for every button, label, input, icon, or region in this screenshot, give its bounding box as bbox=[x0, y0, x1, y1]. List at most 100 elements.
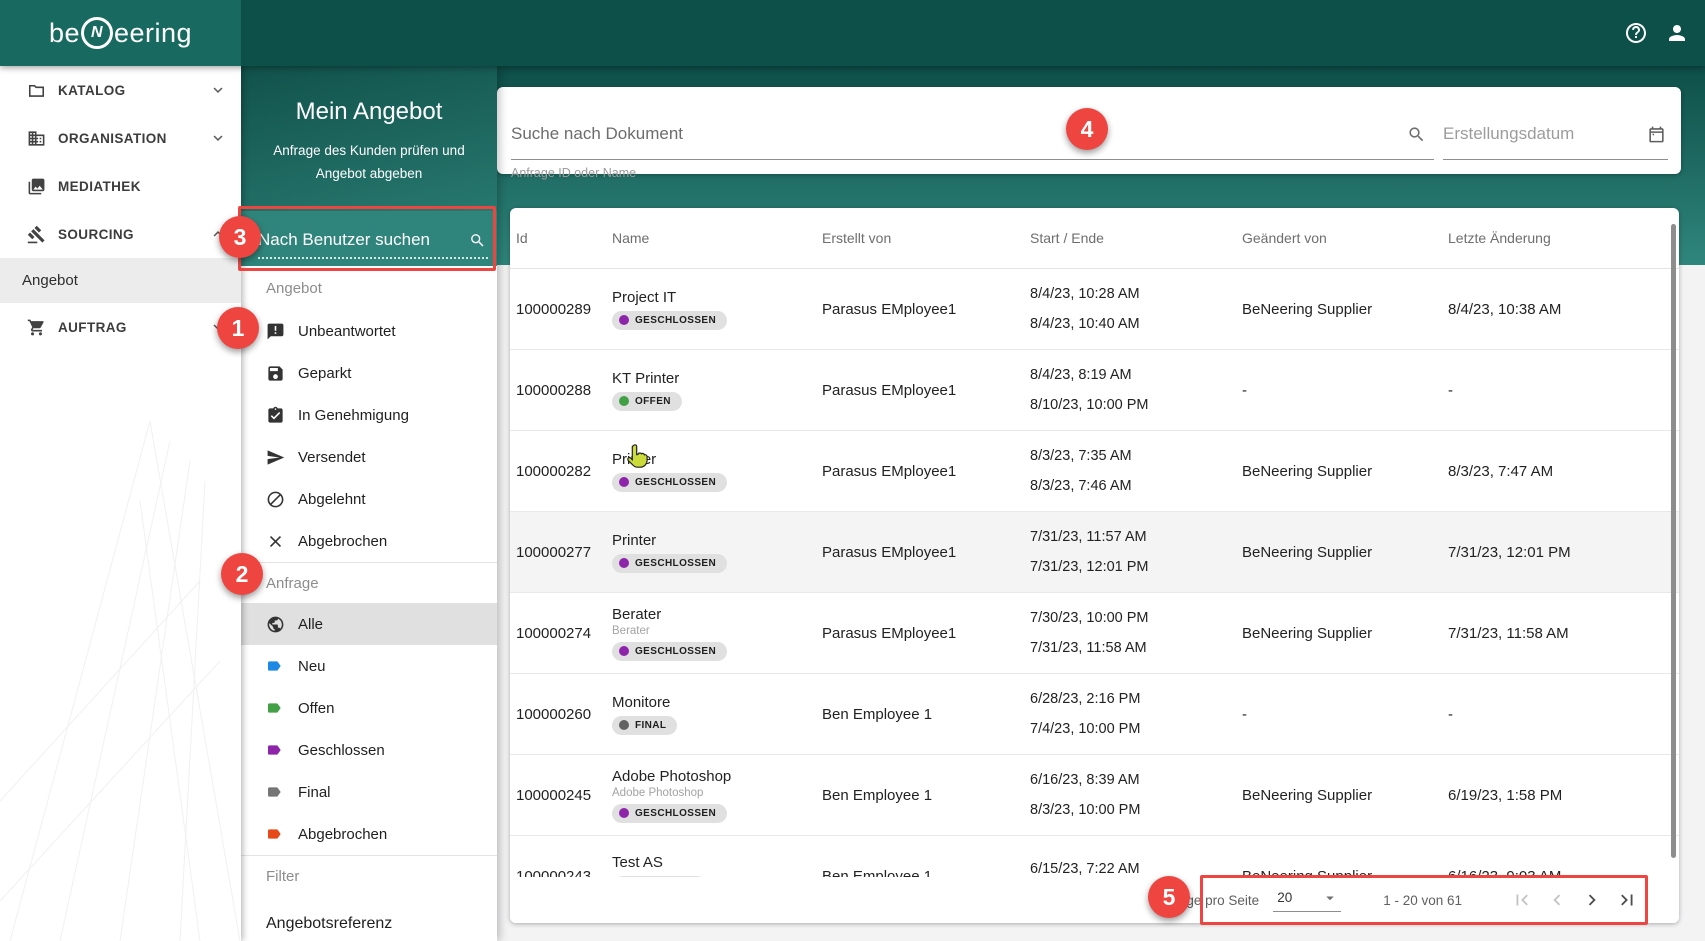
sidebar-item-organisation[interactable]: ORGANISATION bbox=[0, 114, 241, 162]
input-underline bbox=[511, 159, 1434, 160]
panel-item-alle[interactable]: Alle bbox=[241, 603, 497, 645]
cell-changed-by: BeNeering Supplier bbox=[1242, 544, 1448, 561]
panel-item-label: Final bbox=[298, 784, 331, 801]
cell-start-end: 8/4/23, 10:28 AM 8/4/23, 10:40 AM bbox=[1030, 286, 1242, 332]
cell-id: 100000289 bbox=[516, 301, 612, 318]
user-icon[interactable] bbox=[1665, 21, 1689, 45]
sidebar-item-label: ORGANISATION bbox=[58, 131, 209, 146]
cell-created-by: Parasus EMployee1 bbox=[822, 463, 1030, 480]
column-header[interactable]: Letzte Änderung bbox=[1448, 230, 1679, 246]
cell-changed-by: BeNeering Supplier bbox=[1242, 787, 1448, 804]
logo-n-icon: N bbox=[81, 17, 113, 49]
column-header[interactable]: Geändert von bbox=[1242, 230, 1448, 246]
section-label-anfrage: Anfrage bbox=[241, 563, 497, 603]
first-page-icon[interactable] bbox=[1508, 886, 1536, 914]
send-icon bbox=[266, 448, 285, 467]
cell-id: 100000282 bbox=[516, 463, 612, 480]
user-search-bar[interactable]: Nach Benutzer suchen bbox=[241, 211, 497, 266]
table-row[interactable]: 100000277 Printer GESCHLOSSEN Parasus EM… bbox=[510, 512, 1679, 593]
table-row[interactable]: 100000245 Adobe Photoshop Adobe Photosho… bbox=[510, 755, 1679, 836]
panel-item-unbeantwortet[interactable]: Unbeantwortet bbox=[241, 310, 497, 352]
status-dot-icon bbox=[619, 396, 629, 406]
search-icon[interactable] bbox=[1407, 125, 1426, 144]
sidebar-item-mediathek[interactable]: MEDIATHEK bbox=[0, 162, 241, 210]
sidebar-item-katalog[interactable]: KATALOG bbox=[0, 66, 241, 114]
panel-item-label: Abgebrochen bbox=[298, 826, 387, 843]
section-label-filter: Filter bbox=[241, 856, 497, 896]
panel-item-abgebrochen[interactable]: Abgebrochen bbox=[241, 520, 497, 562]
last-page-icon[interactable] bbox=[1613, 886, 1641, 914]
panel-item-in-genehmigung[interactable]: In Genehmigung bbox=[241, 394, 497, 436]
cell-id: 100000274 bbox=[516, 625, 612, 642]
panel-item-geschlossen[interactable]: Geschlossen bbox=[241, 729, 497, 771]
calendar-icon[interactable] bbox=[1647, 125, 1666, 144]
cell-created-by: Ben Employee 1 bbox=[822, 787, 1030, 804]
panel-item-offen[interactable]: Offen bbox=[241, 687, 497, 729]
section-label-angebot: Angebot bbox=[241, 266, 497, 310]
start-date: 6/16/23, 8:39 AM bbox=[1030, 772, 1242, 788]
column-header[interactable]: Name bbox=[612, 230, 822, 246]
previous-page-icon[interactable] bbox=[1543, 886, 1571, 914]
table-row[interactable]: 100000289 Project IT GESCHLOSSEN Parasus… bbox=[510, 269, 1679, 350]
media-library-icon bbox=[27, 177, 46, 196]
status-dot-icon bbox=[619, 315, 629, 325]
table-row[interactable]: 100000288 KT Printer OFFEN Parasus EMplo… bbox=[510, 350, 1679, 431]
chevron-down-icon bbox=[209, 129, 227, 147]
status-badge: GESCHLOSSEN bbox=[612, 473, 727, 492]
column-header[interactable]: Id bbox=[516, 230, 612, 246]
sidebar-item-label: AUFTRAG bbox=[58, 320, 209, 335]
sidebar-item-auftrag[interactable]: AUFTRAG bbox=[0, 303, 241, 351]
panel-item-versendet[interactable]: Versendet bbox=[241, 436, 497, 478]
row-name: Printer bbox=[612, 532, 656, 549]
cell-last-change: 8/4/23, 10:38 AM bbox=[1448, 301, 1679, 318]
status-badge: GESCHLOSSEN bbox=[612, 642, 727, 661]
tag-icon bbox=[266, 742, 282, 758]
cell-id: 100000260 bbox=[516, 706, 612, 723]
logo-block[interactable]: be N eering bbox=[0, 0, 241, 66]
panel-item-geparkt[interactable]: Geparkt bbox=[241, 352, 497, 394]
status-badge: GESCHLOSSEN bbox=[612, 311, 727, 330]
creation-date-input[interactable]: Erstellungsdatum bbox=[1443, 124, 1574, 144]
cell-last-change: 6/19/23, 1:58 PM bbox=[1448, 787, 1679, 804]
page-size-select[interactable]: 20 bbox=[1273, 889, 1341, 912]
cell-created-by: Ben Employee 1 bbox=[822, 706, 1030, 723]
sidebar-item-sourcing[interactable]: SOURCING bbox=[0, 210, 241, 258]
column-header[interactable]: Erstellt von bbox=[822, 230, 1030, 246]
column-header[interactable]: Start / Ende bbox=[1030, 230, 1242, 246]
help-icon[interactable] bbox=[1624, 21, 1648, 45]
panel-item-abgebrochen-anfrage[interactable]: Abgebrochen bbox=[241, 813, 497, 855]
panel-item-label: Abgelehnt bbox=[298, 491, 366, 508]
status-dot-icon bbox=[619, 646, 629, 656]
cell-created-by: Parasus EMployee1 bbox=[822, 301, 1030, 318]
vertical-scrollbar[interactable] bbox=[1671, 224, 1676, 858]
panel-item-angebotsreferenz[interactable]: Angebotsreferenz bbox=[241, 904, 497, 941]
table-row[interactable]: 100000282 Printer GESCHLOSSEN Parasus EM… bbox=[510, 431, 1679, 512]
table-row[interactable]: 100000274 Berater Berater GESCHLOSSEN Pa… bbox=[510, 593, 1679, 674]
panel-item-abgelehnt[interactable]: Abgelehnt bbox=[241, 478, 497, 520]
top-bar: be N eering bbox=[0, 0, 1705, 66]
cell-changed-by: BeNeering Supplier bbox=[1242, 625, 1448, 642]
document-search-input[interactable]: Suche nach Dokument bbox=[511, 124, 683, 144]
panel-item-label: In Genehmigung bbox=[298, 407, 409, 424]
start-date: 7/31/23, 11:57 AM bbox=[1030, 529, 1242, 545]
primary-sidebar: KATALOG ORGANISATION MEDIATHEK SOU bbox=[0, 66, 241, 941]
status-dot-icon bbox=[619, 477, 629, 487]
user-search-field[interactable]: Nach Benutzer suchen bbox=[258, 230, 488, 259]
annotation-badge-2: 2 bbox=[221, 553, 263, 595]
next-page-icon[interactable] bbox=[1578, 886, 1606, 914]
cell-last-change: - bbox=[1448, 382, 1679, 399]
cell-created-by: Parasus EMployee1 bbox=[822, 544, 1030, 561]
results-table-card: Id Name Erstellt von Start / Ende Geände… bbox=[510, 208, 1679, 923]
main-content: Suche nach Dokument Anfrage ID oder Name… bbox=[497, 66, 1705, 941]
cell-changed-by: BeNeering Supplier bbox=[1242, 463, 1448, 480]
page-title: Mein Angebot bbox=[241, 98, 497, 126]
close-icon bbox=[266, 532, 285, 551]
panel-item-final[interactable]: Final bbox=[241, 771, 497, 813]
search-icon[interactable] bbox=[469, 232, 486, 249]
sidebar-item-angebot[interactable]: Angebot bbox=[0, 258, 241, 303]
start-date: 6/15/23, 7:22 AM bbox=[1030, 861, 1242, 877]
cell-changed-by: - bbox=[1242, 382, 1448, 399]
panel-item-neu[interactable]: Neu bbox=[241, 645, 497, 687]
table-row[interactable]: 100000260 Monitore FINAL Ben Employee 1 … bbox=[510, 674, 1679, 755]
annotation-badge-4: 4 bbox=[1066, 108, 1108, 150]
